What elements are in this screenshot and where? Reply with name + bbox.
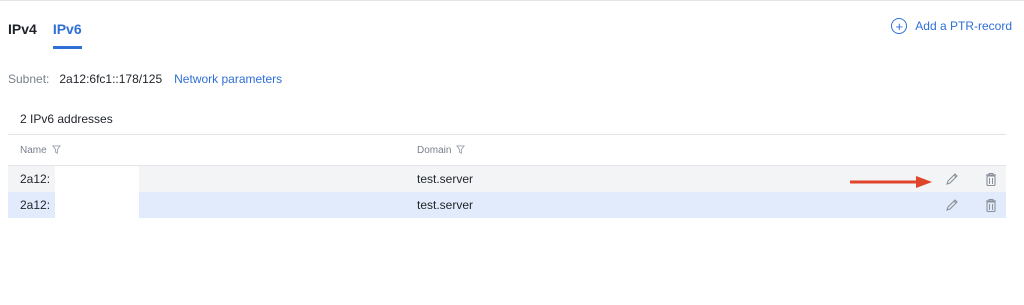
column-header-domain[interactable]: Domain [417, 145, 466, 156]
trash-icon[interactable] [982, 170, 1000, 188]
pencil-icon[interactable] [943, 170, 961, 188]
tab-ipv6[interactable]: IPv6 [52, 20, 82, 49]
ptr-records-page: IPv4 IPv6 + Add a PTR-record Subnet: 2a1… [0, 0, 1024, 305]
add-ptr-record-label: Add a PTR-record [915, 19, 1012, 33]
column-header-domain-label: Domain [417, 145, 452, 156]
arrow-annotation [850, 176, 932, 188]
table-header: Name Domain [8, 134, 1006, 166]
network-parameters-link[interactable]: Network parameters [174, 72, 282, 86]
filter-icon[interactable] [456, 145, 466, 156]
table-row[interactable]: 2a12: test.server [8, 192, 1006, 218]
pencil-icon[interactable] [943, 196, 961, 214]
column-header-name-label: Name [20, 145, 47, 156]
column-header-name[interactable]: Name [20, 145, 61, 156]
row-name: 2a12: [20, 172, 51, 186]
subnet-value: 2a12:6fc1::178/125 [59, 72, 163, 86]
subnet-info: Subnet: 2a12:6fc1::178/125 Network param… [8, 72, 282, 86]
plus-circle-icon: + [891, 18, 908, 34]
address-count: 2 IPv6 addresses [20, 112, 113, 126]
tab-ipv4[interactable]: IPv4 [8, 20, 37, 46]
ip-version-tabs: IPv4 IPv6 [8, 20, 82, 49]
row-domain: test.server [417, 172, 474, 186]
filter-icon[interactable] [51, 145, 61, 156]
row-domain: test.server [417, 198, 474, 212]
row-name: 2a12: [20, 198, 51, 212]
subnet-label: Subnet: [8, 72, 50, 86]
trash-icon[interactable] [982, 196, 1000, 214]
add-ptr-record-button[interactable]: + Add a PTR-record [891, 18, 1012, 34]
redaction-mask [55, 192, 139, 218]
redaction-mask [55, 166, 139, 192]
top-divider [0, 0, 1024, 1]
